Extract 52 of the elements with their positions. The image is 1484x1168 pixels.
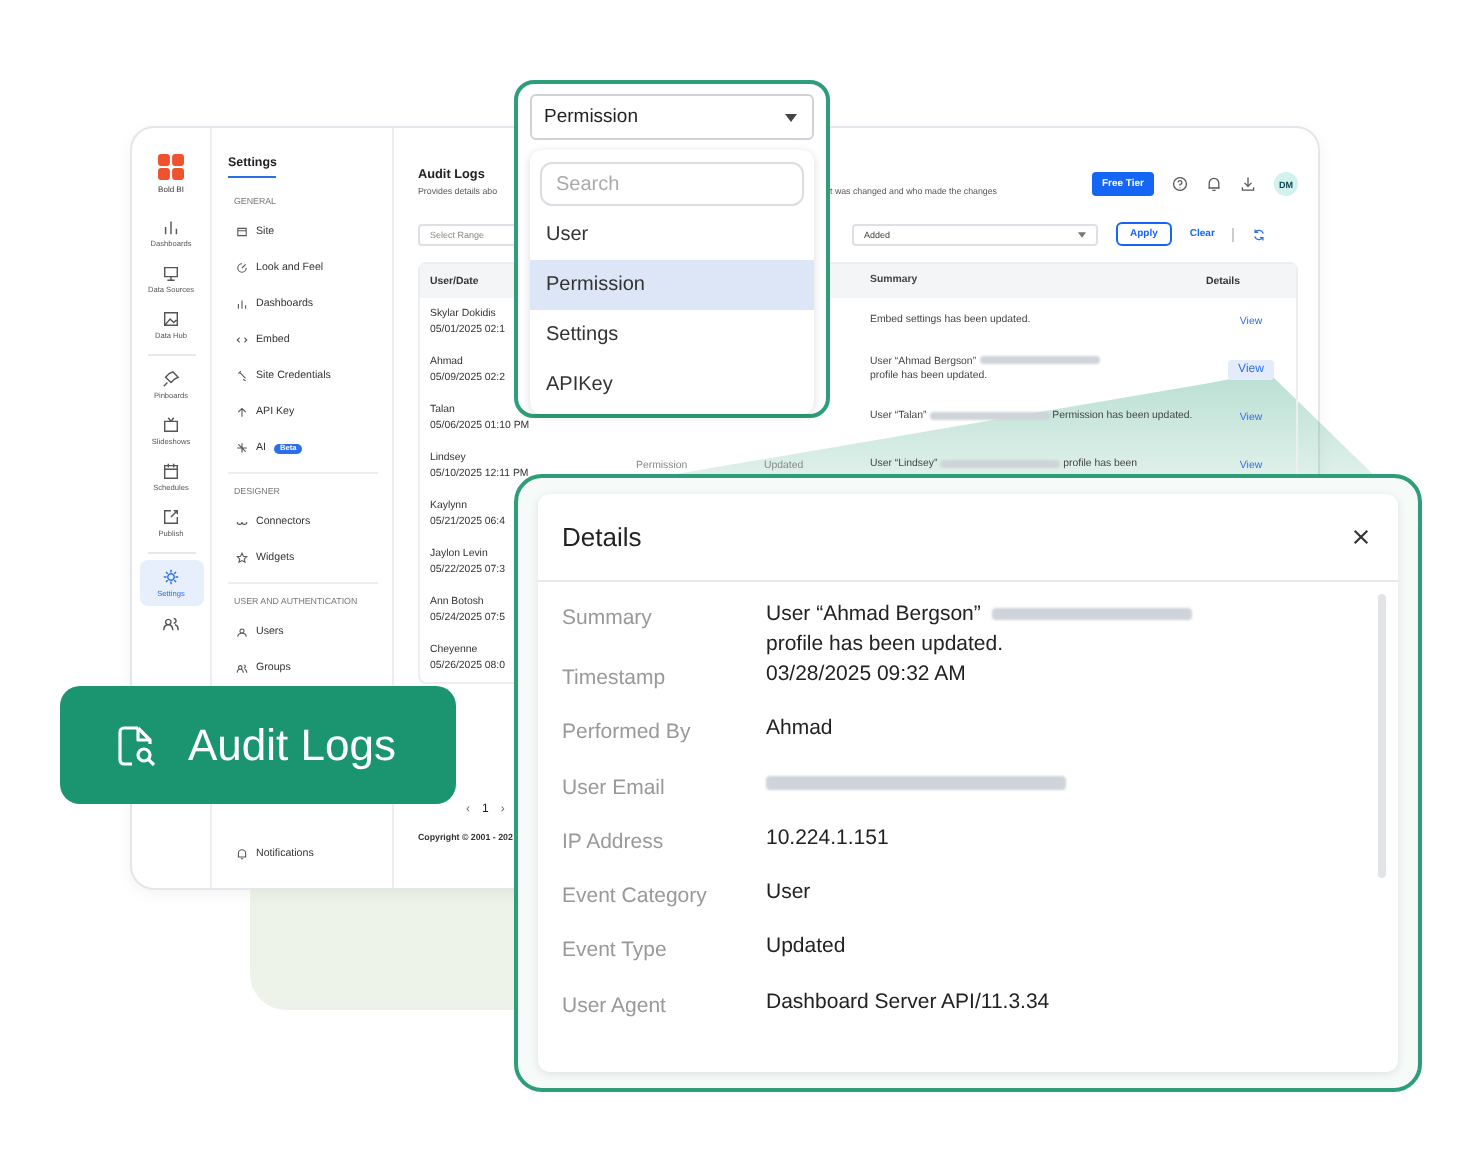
share-icon [162, 508, 180, 526]
bell-icon [236, 848, 248, 860]
field-label: Timestamp [562, 664, 668, 690]
field-value: profile has been updated. [766, 630, 1004, 660]
field-label: Event Category [562, 882, 709, 909]
close-icon [1352, 528, 1370, 546]
field-value: 03/28/2025 09:32 AM [766, 662, 966, 686]
chart-icon [162, 218, 180, 236]
calendar-icon [162, 462, 180, 480]
field-value: User [766, 880, 811, 905]
download-icon[interactable] [1240, 176, 1256, 192]
field-label: User Agent [562, 991, 668, 1018]
logo-icon [158, 154, 184, 180]
dropdown-option[interactable]: Settings [530, 310, 814, 360]
field-value: 10.224.1.151 [766, 825, 889, 850]
refresh-icon[interactable] [1252, 227, 1267, 241]
tv-icon [162, 416, 180, 434]
field-value: Updated [766, 934, 846, 959]
field-value: Dashboard Server API/11.3.34 [766, 989, 1050, 1014]
dropdown-option[interactable]: APIKey [530, 360, 814, 410]
field-value: Ahmad [766, 716, 833, 741]
caret-icon [784, 113, 798, 121]
field-label: Performed By [562, 718, 693, 745]
star-icon [236, 552, 248, 564]
field-label: Event Type [562, 936, 669, 963]
field-value: User “Ahmad Bergson” [766, 602, 981, 626]
help-icon[interactable] [1172, 176, 1188, 192]
field-label: User Email [562, 773, 667, 800]
category-select[interactable]: Permission [530, 94, 814, 140]
chart-icon [236, 298, 248, 310]
close-button[interactable] [1348, 524, 1374, 550]
users-icon [236, 662, 248, 674]
sparkle-icon [236, 442, 248, 454]
dropdown-option[interactable]: Permission [530, 260, 814, 310]
dropdown-option[interactable]: User [530, 210, 814, 260]
search-field[interactable]: Search [540, 162, 804, 206]
code-icon [236, 334, 248, 346]
pin-icon [162, 370, 180, 388]
document-search-icon [112, 721, 160, 769]
settings-icon [162, 568, 180, 586]
users-icon [162, 614, 180, 632]
dialog-title: Details [562, 522, 642, 552]
field-label: Summary [562, 604, 654, 630]
arrow-icon [236, 406, 248, 418]
field-label: IP Address [562, 827, 666, 854]
user-icon [236, 626, 248, 638]
caret-icon [1078, 231, 1086, 237]
badge-label: Audit Logs [188, 719, 396, 771]
window-icon [236, 226, 248, 238]
bell-icon[interactable] [1206, 176, 1222, 192]
monitor-icon [162, 264, 180, 282]
image-icon [162, 310, 180, 328]
